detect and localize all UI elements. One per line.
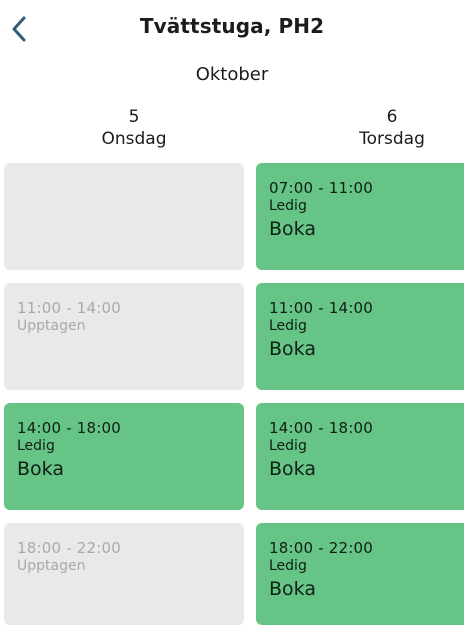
slot-time: 14:00 - 18:00 (269, 419, 374, 437)
slot-free-book-button[interactable]: 14:00 - 18:00 Ledig Boka (4, 403, 244, 510)
day-weekday: Torsdag (359, 129, 425, 149)
slot-free-book-button[interactable]: 18:00 - 22:00 Ledig Boka (256, 523, 464, 625)
day-number: 5 (128, 107, 140, 127)
slot-free-book-button[interactable]: 07:00 - 11:00 Ledig Boka (256, 163, 464, 270)
book-label: Boka (269, 578, 316, 600)
slot-status: Ledig (269, 438, 307, 454)
slot-status: Upptagen (17, 558, 86, 574)
slot-time: 11:00 - 14:00 (17, 299, 122, 317)
slot-status: Ledig (269, 558, 307, 574)
book-label: Boka (269, 218, 316, 240)
slot-status: Upptagen (17, 318, 86, 334)
slot-taken: 11:00 - 14:00 Upptagen (4, 283, 244, 390)
day-header-thursday: 6 Torsdag (272, 106, 464, 150)
slot-status: Ledig (269, 198, 307, 214)
month-label: Oktober (195, 64, 269, 85)
book-label: Boka (269, 458, 316, 480)
slot-time: 11:00 - 14:00 (269, 299, 374, 317)
day-number: 6 (386, 107, 398, 127)
day-weekday: Onsdag (101, 129, 167, 149)
slot-time: 18:00 - 22:00 (269, 539, 374, 557)
slot-time: 14:00 - 18:00 (17, 419, 122, 437)
slot-taken: 18:00 - 22:00 Upptagen (4, 523, 244, 625)
day-header-wednesday: 5 Onsdag (14, 106, 254, 150)
slot-time: 07:00 - 11:00 (269, 179, 374, 197)
slot-time: 18:00 - 22:00 (17, 539, 122, 557)
slot-status: Ledig (17, 438, 55, 454)
book-label: Boka (269, 338, 316, 360)
page-title: Tvättstuga, PH2 (139, 14, 325, 38)
slot-empty (4, 163, 244, 270)
slot-free-book-button[interactable]: 14:00 - 18:00 Ledig Boka (256, 403, 464, 510)
book-label: Boka (17, 458, 64, 480)
slot-free-book-button[interactable]: 11:00 - 14:00 Ledig Boka (256, 283, 464, 390)
top-bar: Tvättstuga, PH2 (0, 0, 464, 56)
slot-status: Ledig (269, 318, 307, 334)
